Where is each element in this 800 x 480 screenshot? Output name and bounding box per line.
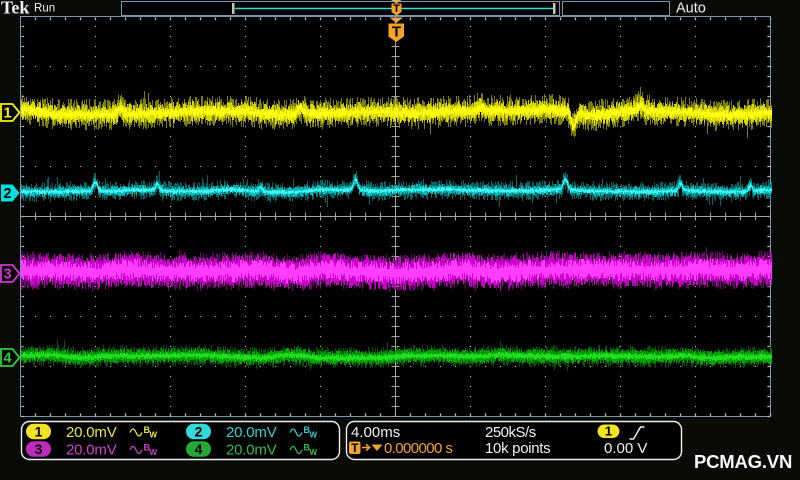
svg-text:T: T (392, 24, 401, 41)
svg-text:4: 4 (3, 351, 11, 367)
svg-text:4.00ms: 4.00ms (351, 424, 400, 441)
svg-text:3: 3 (3, 267, 11, 283)
svg-text:PCMAG.VN: PCMAG.VN (694, 451, 792, 472)
svg-text:T: T (393, 3, 400, 15)
svg-text:1: 1 (35, 424, 43, 440)
svg-text:T: T (351, 441, 359, 455)
svg-text:W: W (310, 448, 318, 457)
svg-text:20.0mV: 20.0mV (66, 424, 117, 441)
svg-text:Auto: Auto (676, 1, 706, 17)
svg-text:1: 1 (3, 106, 11, 122)
svg-text:250kS/s: 250kS/s (485, 424, 536, 441)
svg-text:0.000000 s: 0.000000 s (384, 440, 452, 457)
svg-text:0.00 V: 0.00 V (604, 440, 647, 457)
svg-text:20.0mV: 20.0mV (226, 442, 277, 459)
svg-text:10k points: 10k points (485, 440, 550, 457)
svg-text:20.0mV: 20.0mV (226, 424, 277, 441)
svg-text:20.0mV: 20.0mV (66, 442, 117, 459)
svg-text:3: 3 (35, 441, 43, 457)
svg-text:W: W (310, 431, 318, 440)
svg-text:Run: Run (34, 3, 55, 15)
svg-text:1: 1 (605, 424, 612, 439)
svg-text:2: 2 (3, 186, 11, 202)
svg-text:W: W (150, 431, 158, 440)
svg-text:W: W (150, 448, 158, 457)
svg-text:4: 4 (195, 441, 203, 457)
svg-text:2: 2 (195, 424, 203, 440)
svg-text:Tek: Tek (1, 0, 29, 18)
